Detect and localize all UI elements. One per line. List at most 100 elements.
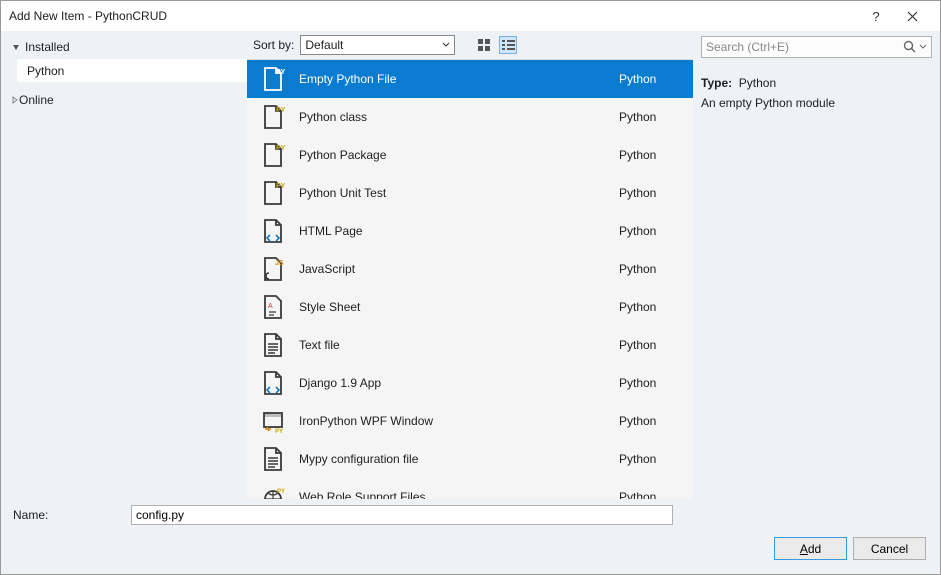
chevron-down-icon xyxy=(442,42,450,48)
template-item[interactable]: A Style Sheet Python xyxy=(247,288,693,326)
template-name: Python class xyxy=(299,110,605,124)
template-list[interactable]: PY Empty Python File Python PY Python cl… xyxy=(247,59,693,499)
type-label: Type: xyxy=(701,76,732,90)
close-button[interactable] xyxy=(892,5,932,27)
template-name: JavaScript xyxy=(299,262,605,276)
search-icon xyxy=(903,40,917,54)
pyfile-icon: PY xyxy=(261,65,285,93)
add-button[interactable]: Add xyxy=(774,537,847,560)
sort-toolbar: Sort by: Default xyxy=(247,31,693,59)
window-title: Add New Item - PythonCRUD xyxy=(9,9,860,23)
template-language: Python xyxy=(619,414,679,428)
text-icon xyxy=(261,331,285,359)
type-value: Python xyxy=(739,76,776,90)
template-description: Type: Python An empty Python module xyxy=(701,58,932,110)
tree-item-python[interactable]: Python xyxy=(17,59,247,82)
category-tree: Installed Python Online xyxy=(1,31,247,499)
template-language: Python xyxy=(619,148,679,162)
tree-item-label: Python xyxy=(27,64,64,78)
html-icon xyxy=(261,369,285,397)
template-item[interactable]: PY Empty Python File Python xyxy=(247,60,693,98)
help-icon: ? xyxy=(872,9,879,24)
template-name: Style Sheet xyxy=(299,300,605,314)
template-name: Django 1.9 App xyxy=(299,376,605,390)
template-item[interactable]: PY Python Package Python xyxy=(247,136,693,174)
add-new-item-dialog: Add New Item - PythonCRUD ? Installed Py… xyxy=(0,0,941,575)
chevron-down-icon xyxy=(11,43,21,51)
template-item[interactable]: PY Web Role Support Files Python xyxy=(247,478,693,499)
tree-item-online[interactable]: Online xyxy=(1,90,247,110)
template-name: Python Package xyxy=(299,148,605,162)
dialog-footer: Name: Add Cancel xyxy=(1,499,940,574)
template-language: Python xyxy=(619,262,679,276)
sort-by-label: Sort by: xyxy=(251,38,294,52)
text-icon xyxy=(261,445,285,473)
pyfile-icon: PY xyxy=(261,103,285,131)
template-panel: Sort by: Default PY Empty Python File Py… xyxy=(247,31,693,499)
html-icon xyxy=(261,217,285,245)
chevron-down-icon xyxy=(919,44,927,50)
tree-item-installed[interactable]: Installed xyxy=(1,37,247,57)
description-text: An empty Python module xyxy=(701,96,932,110)
grid-icon xyxy=(478,39,491,52)
view-small-icons-button[interactable] xyxy=(499,36,517,54)
template-language: Python xyxy=(619,224,679,238)
template-item[interactable]: Mypy configuration file Python xyxy=(247,440,693,478)
template-language: Python xyxy=(619,376,679,390)
svg-text:JS: JS xyxy=(275,260,284,267)
search-input[interactable] xyxy=(706,40,903,54)
template-language: Python xyxy=(619,110,679,124)
template-item[interactable]: Text file Python xyxy=(247,326,693,364)
template-name: Empty Python File xyxy=(299,72,605,86)
template-item[interactable]: HTML Page Python xyxy=(247,212,693,250)
wpf-icon: PY xyxy=(261,407,285,435)
help-button[interactable]: ? xyxy=(860,5,892,27)
svg-text:PY: PY xyxy=(276,183,285,190)
web-icon: PY xyxy=(261,483,285,499)
template-item[interactable]: PY Python Unit Test Python xyxy=(247,174,693,212)
pyfile-icon: PY xyxy=(261,141,285,169)
template-name: HTML Page xyxy=(299,224,605,238)
svg-text:PY: PY xyxy=(277,489,285,495)
template-language: Python xyxy=(619,186,679,200)
title-bar: Add New Item - PythonCRUD ? xyxy=(1,1,940,31)
pyfile-icon: PY xyxy=(261,179,285,207)
name-input[interactable] xyxy=(131,505,673,525)
template-item[interactable]: PY Python class Python xyxy=(247,98,693,136)
template-name: Mypy configuration file xyxy=(299,452,605,466)
template-item[interactable]: JS JavaScript Python xyxy=(247,250,693,288)
template-language: Python xyxy=(619,300,679,314)
cancel-button[interactable]: Cancel xyxy=(853,537,926,560)
js-icon: JS xyxy=(261,255,285,283)
name-label: Name: xyxy=(13,508,123,522)
svg-text:PY: PY xyxy=(276,107,285,114)
tree-item-label: Installed xyxy=(25,40,70,54)
template-name: Text file xyxy=(299,338,605,352)
template-language: Python xyxy=(619,72,679,86)
list-icon xyxy=(502,40,515,51)
template-name: IronPython WPF Window xyxy=(299,414,605,428)
chevron-right-icon xyxy=(11,96,19,104)
template-name: Python Unit Test xyxy=(299,186,605,200)
template-language: Python xyxy=(619,490,679,499)
details-panel: Type: Python An empty Python module xyxy=(693,31,940,499)
close-icon xyxy=(907,11,918,22)
name-row: Name: xyxy=(13,505,928,525)
view-medium-icons-button[interactable] xyxy=(475,36,493,54)
sort-by-select[interactable]: Default xyxy=(300,35,455,55)
template-name: Web Role Support Files xyxy=(299,490,605,499)
template-item[interactable]: PY IronPython WPF Window Python xyxy=(247,402,693,440)
svg-text:PY: PY xyxy=(275,429,283,435)
svg-text:PY: PY xyxy=(276,69,285,76)
dialog-content: Installed Python Online Sort by: Default xyxy=(1,31,940,499)
button-row: Add Cancel xyxy=(13,537,928,560)
search-box[interactable] xyxy=(701,36,932,58)
svg-text:PY: PY xyxy=(276,145,285,152)
tree-item-label: Online xyxy=(19,93,54,107)
svg-text:A: A xyxy=(268,303,273,310)
template-item[interactable]: Django 1.9 App Python xyxy=(247,364,693,402)
sort-by-value: Default xyxy=(305,38,343,52)
template-language: Python xyxy=(619,452,679,466)
template-language: Python xyxy=(619,338,679,352)
css-icon: A xyxy=(261,293,285,321)
